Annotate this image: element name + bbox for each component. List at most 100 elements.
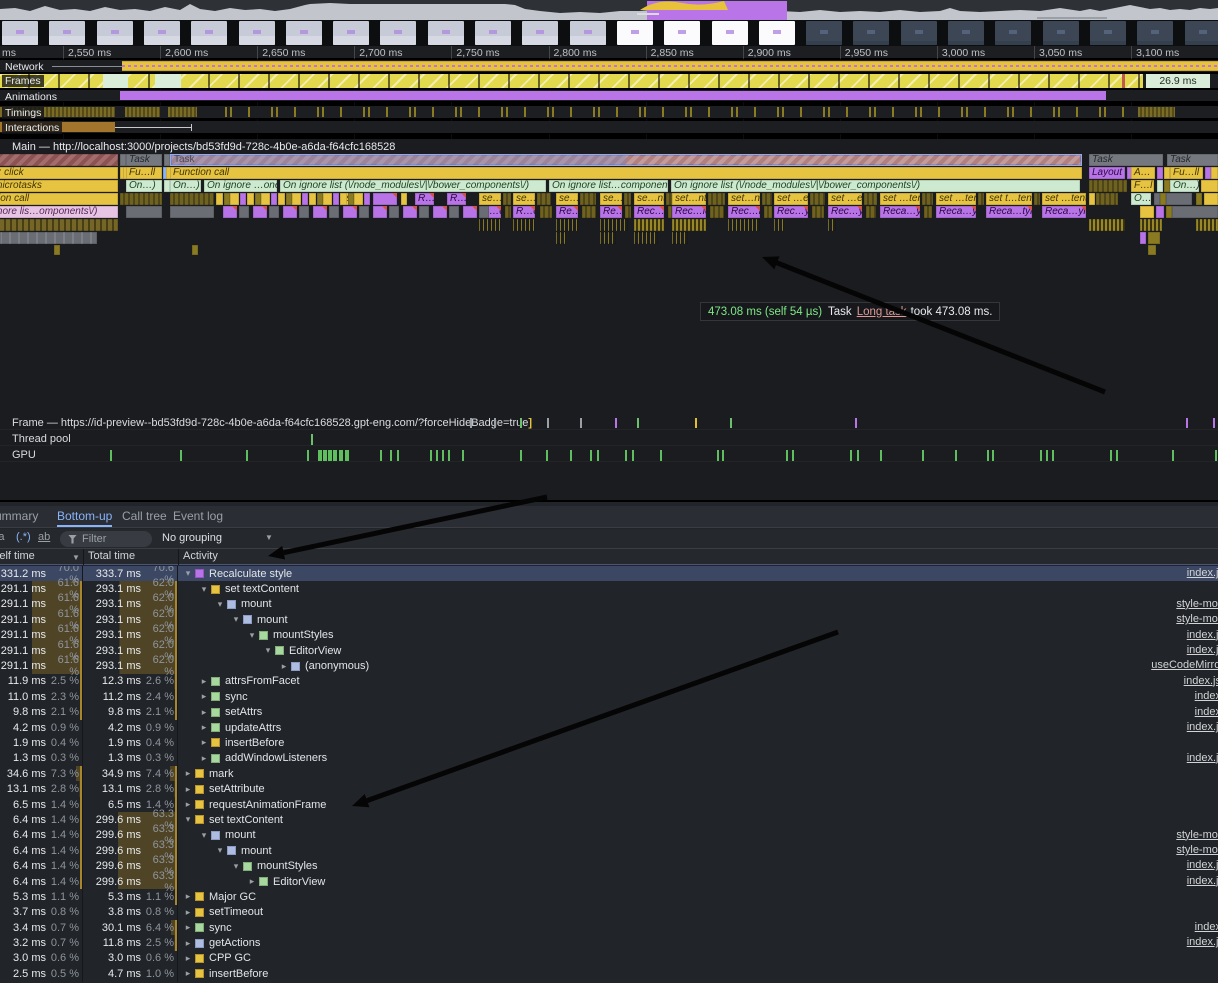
bottom-up-table[interactable]: 331.2 ms70.0 %333.7 ms70.6 %▾Recalculate… [0,566,1218,983]
filter-input[interactable]: Filter [60,531,152,547]
collapse-icon[interactable]: ▾ [231,614,241,625]
filmstrip-frame[interactable] [806,21,842,45]
table-row[interactable]: 4.2 ms0.9 %4.2 ms0.9 %▸updateAttrsindex.… [0,720,1218,735]
flame-segment[interactable]: Reca…tyle [986,206,1032,218]
flame-segment[interactable]: R… [447,193,466,205]
flame-segment[interactable]: Task [1089,154,1163,166]
flame-segment[interactable] [1157,167,1163,179]
flame-segment[interactable] [1156,206,1164,218]
track-network[interactable]: Network [0,60,1218,73]
tab-bottom-up[interactable]: Bottom-up [57,509,112,523]
flame-segment[interactable] [1148,232,1160,244]
track-gpu[interactable]: GPU [0,448,1218,462]
flame-segment[interactable] [292,193,301,205]
flame-segment[interactable] [247,193,254,205]
filmstrip-frame[interactable] [1185,21,1218,45]
flame-segment[interactable]: Reca…yle [1042,206,1086,218]
flame-segment[interactable] [1089,180,1127,192]
flame-segment[interactable] [600,219,628,231]
collapse-icon[interactable]: ▾ [199,830,209,841]
collapse-icon[interactable]: ▾ [199,584,209,595]
collapse-icon[interactable]: ▾ [231,861,241,872]
flame-segment[interactable]: set …tent [1042,193,1086,205]
flame-segment[interactable] [313,206,327,218]
tab-summary[interactable]: Summary [0,509,38,523]
flame-segment[interactable]: On…) [1170,180,1199,192]
source-link[interactable]: useCodeMirror [1151,659,1218,671]
table-row[interactable]: 5.3 ms1.1 %5.3 ms1.1 %▸Major GC [0,889,1218,904]
flame-segment[interactable]: set…nt [672,193,706,205]
flame-segment[interactable]: se…nt [600,193,622,205]
flame-segment[interactable] [449,206,459,218]
flame-segment[interactable]: On ignore list…components\/) [549,180,668,192]
flame-segment[interactable]: Event: click [0,167,118,179]
flame-segment[interactable] [1201,180,1218,192]
filmstrip-frame[interactable] [97,21,133,45]
collapse-icon[interactable]: ▾ [247,630,257,641]
source-link[interactable]: index. [1195,690,1218,702]
flame-segment[interactable] [170,206,214,218]
flame-segment[interactable] [866,206,876,218]
flame-segment[interactable] [513,219,535,231]
expand-icon[interactable]: ▸ [183,938,193,949]
table-row[interactable]: 291.1 ms61.6 %293.1 ms62.0 %▾EditorViewi… [0,643,1218,658]
expand-icon[interactable]: ▸ [199,676,209,687]
flame-segment[interactable] [0,232,97,244]
flame-segment[interactable] [1148,245,1156,255]
flame-segment[interactable] [503,193,511,205]
track-timings[interactable]: Timings [0,106,1218,119]
filmstrip-frame[interactable] [617,21,653,45]
flame-segment[interactable]: Rec…yle [828,206,862,218]
expand-icon[interactable]: ▸ [279,661,289,672]
table-row[interactable]: 291.1 ms61.6 %293.1 ms62.0 %▸(anonymous)… [0,658,1218,673]
flame-segment[interactable] [323,193,332,205]
expand-icon[interactable]: ▸ [199,737,209,748]
flame-segment[interactable] [1196,219,1218,231]
flame-segment[interactable] [170,193,214,205]
filmstrip-frame[interactable] [144,21,180,45]
flame-segment[interactable] [269,206,279,218]
flame-segment[interactable]: Rec…le [672,206,706,218]
source-link[interactable]: index. [1195,921,1218,933]
flame-segment[interactable] [120,193,162,205]
filmstrip-frame[interactable] [428,21,464,45]
flame-segment[interactable] [278,193,285,205]
table-row[interactable]: 34.6 ms7.3 %34.9 ms7.4 %▸mark [0,766,1218,781]
expand-icon[interactable]: ▸ [183,784,193,795]
match-case-icon[interactable]: Aa [0,531,4,543]
filmstrip-frame[interactable] [380,21,416,45]
table-row[interactable]: 1.9 ms0.4 %1.9 ms0.4 %▸insertBefore [0,735,1218,750]
flame-segment[interactable] [1089,193,1095,205]
flame-segment[interactable]: O… [1131,193,1151,205]
source-link[interactable]: index.js [1187,752,1218,764]
flame-segment[interactable]: Rec…le [728,206,760,218]
flame-segment[interactable] [271,193,277,205]
track-frame-url[interactable]: Frame — https://id-preview--bd53fd9d-728… [0,416,1218,430]
flame-segment[interactable]: R… [415,193,434,205]
flame-segment[interactable] [582,206,596,218]
table-row[interactable]: 6.4 ms1.4 %299.6 ms63.3 %▸EditorViewinde… [0,874,1218,889]
flame-segment[interactable]: set …tent [936,193,976,205]
collapse-icon[interactable]: ▾ [215,845,225,856]
flame-segment[interactable] [0,219,118,231]
flame-segment[interactable] [537,193,551,205]
column-total-time[interactable]: Total time [88,550,135,562]
flame-segment[interactable]: On ignore …onents\/) [204,180,277,192]
table-row[interactable]: 3.7 ms0.8 %3.8 ms0.8 %▸setTimeout [0,905,1218,920]
column-activity[interactable]: Activity [183,550,218,562]
expand-icon[interactable]: ▸ [183,891,193,902]
expand-icon[interactable]: ▸ [183,922,193,933]
collapse-icon[interactable]: ▾ [263,645,273,656]
flame-segment[interactable]: Task [1167,154,1218,166]
track-animations[interactable]: Animations [0,90,1218,102]
filmstrip-frame[interactable] [759,21,795,45]
flame-segment[interactable] [359,206,369,218]
flame-segment[interactable] [373,193,397,205]
flame-segment[interactable] [261,193,270,205]
table-row[interactable]: 331.2 ms70.0 %333.7 ms70.6 %▾Recalculate… [0,566,1218,581]
flame-segment[interactable]: Reca…yle [880,206,920,218]
tab-call-tree[interactable]: Call tree [122,509,167,523]
source-link[interactable]: style-mod [1176,844,1218,856]
flame-segment[interactable] [479,219,501,231]
flame-segment[interactable]: se…nt [634,193,664,205]
